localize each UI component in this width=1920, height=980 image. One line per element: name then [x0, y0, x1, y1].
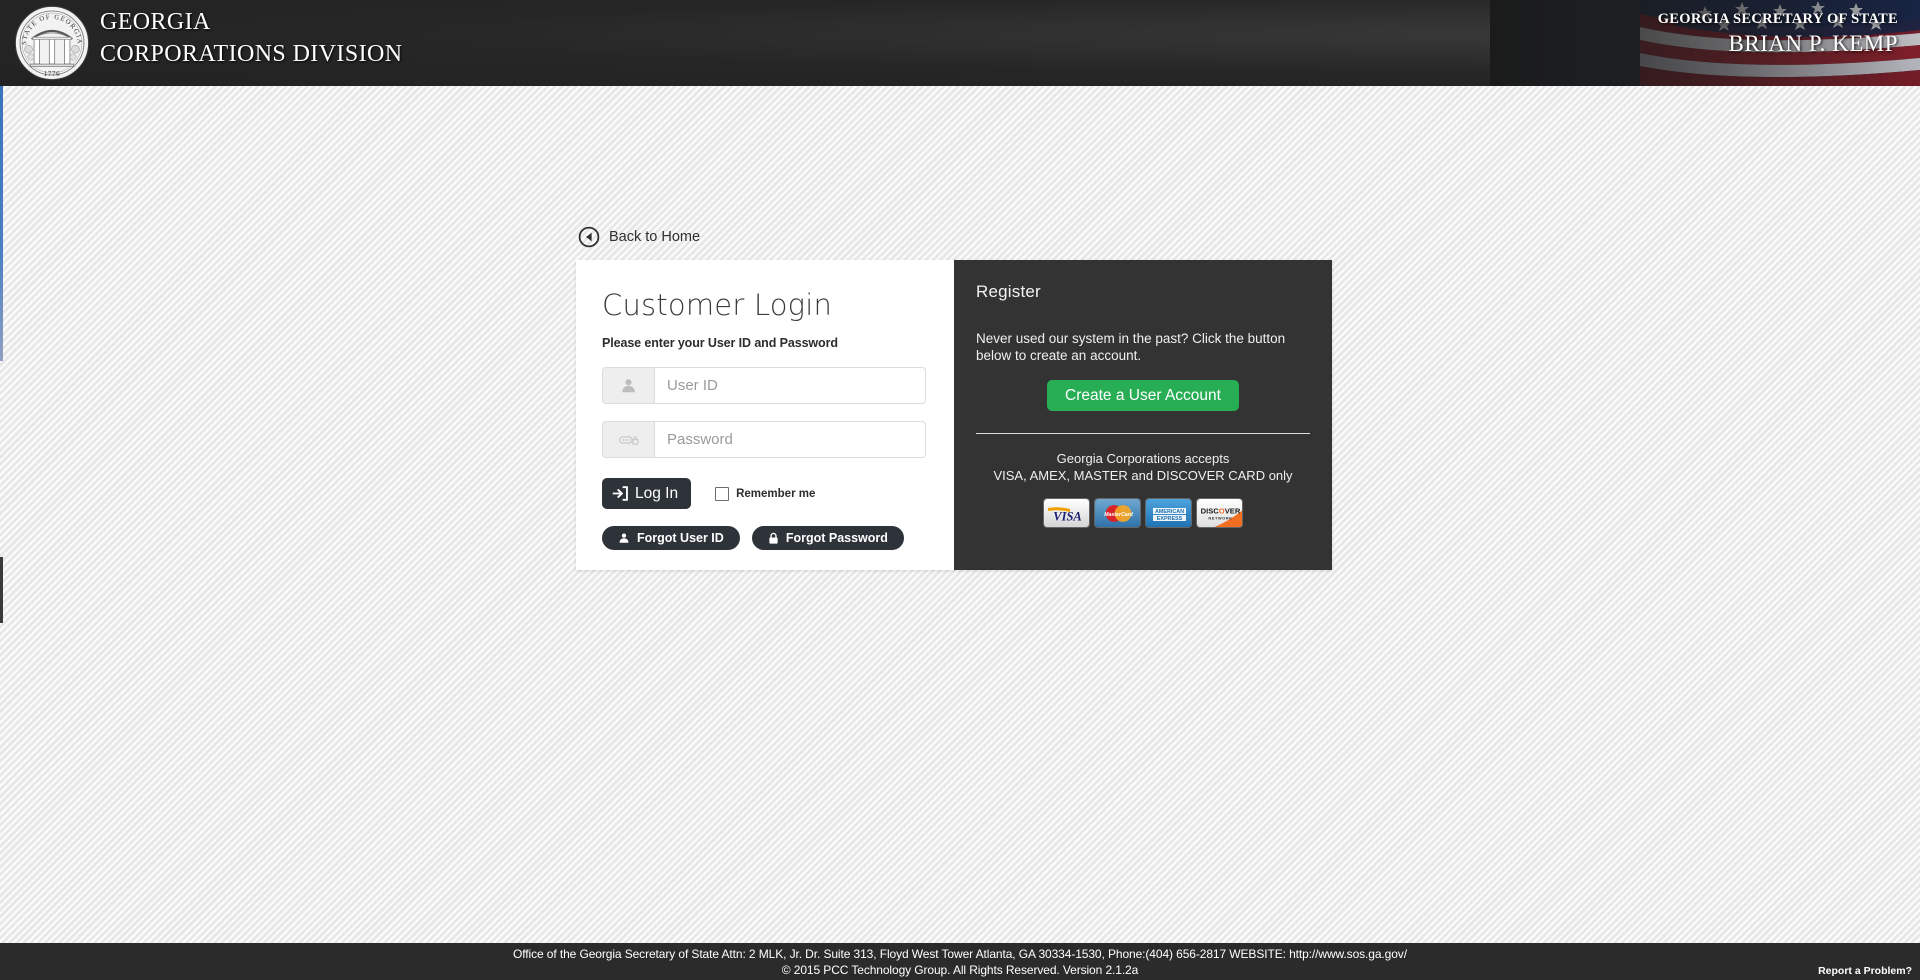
svg-text:DISCOVER: DISCOVER: [1201, 507, 1241, 516]
page-title: Customer Login: [602, 288, 833, 322]
svg-text:EXPRESS: EXPRESS: [1157, 516, 1183, 522]
left-accent-mark: [0, 557, 3, 623]
site-header: STATE OF GEORGIA 1776 GEORGIA CORPORATIO…: [0, 0, 1920, 86]
left-accent-bar: [0, 86, 3, 361]
accepted-cards-line2: VISA, AMEX, MASTER and DISCOVER CARD onl…: [993, 468, 1293, 483]
site-footer: Office of the Georgia Secretary of State…: [0, 943, 1920, 980]
footer-copyright: © 2015 PCC Technology Group. All Rights …: [781, 963, 1139, 977]
forgot-password-button[interactable]: Forgot Password: [751, 526, 904, 550]
svg-text:MasterCard: MasterCard: [1104, 512, 1133, 518]
back-to-home-link[interactable]: Back to Home: [578, 226, 700, 248]
register-panel: Register Never used our system in the pa…: [954, 260, 1332, 570]
register-divider: [976, 433, 1310, 434]
accepted-cards-line1: Georgia Corporations accepts: [1056, 451, 1230, 466]
key-lock-icon: [618, 435, 638, 445]
header-title-line2: CORPORATIONS DIVISION: [100, 41, 403, 67]
forgot-user-id-label: Forgot User ID: [637, 531, 724, 545]
header-title-line1: GEORGIA: [100, 9, 211, 35]
header-title-block: GEORGIA CORPORATIONS DIVISION: [100, 6, 402, 70]
report-a-problem-link[interactable]: Report a Problem?: [1818, 965, 1912, 977]
svg-text:AMERICAN: AMERICAN: [1155, 509, 1184, 515]
user-icon: [619, 533, 629, 543]
login-action-row: Log In Remember me: [602, 478, 928, 509]
create-user-account-button[interactable]: Create a User Account: [1047, 380, 1239, 411]
password-input[interactable]: [654, 421, 926, 458]
visa-card-logo: VISA: [1043, 498, 1090, 528]
password-addon: [602, 421, 654, 458]
password-group: [602, 421, 926, 458]
user-icon: [622, 379, 635, 393]
mastercard-card-logo: MasterCard: [1094, 498, 1141, 528]
sos-label: GEORGIA SECRETARY OF STATE: [1657, 11, 1898, 27]
forgot-user-id-button[interactable]: Forgot User ID: [602, 526, 740, 550]
user-id-group: [602, 367, 926, 404]
svg-text:NETWORK: NETWORK: [1208, 516, 1232, 521]
back-to-home-label: Back to Home: [609, 229, 701, 245]
secretary-of-state-block: GEORGIA SECRETARY OF STATE BRIAN P. KEMP: [1658, 9, 1898, 59]
login-button[interactable]: Log In: [602, 478, 692, 509]
register-description: Never used our system in the past? Click…: [976, 331, 1286, 363]
remember-me-control[interactable]: Remember me: [715, 486, 816, 501]
accepted-card-logos: VISA MasterCard AMERICAN EXPRESS DISCOVE…: [976, 498, 1310, 528]
forgot-links-row: Forgot User ID Forgot Password: [602, 526, 928, 550]
register-title: Register: [976, 282, 1041, 301]
auth-panels: Customer Login Please enter your User ID…: [576, 260, 1332, 570]
main-content: Back to Home Customer Login Please enter…: [0, 86, 1920, 943]
user-id-input[interactable]: [654, 367, 926, 404]
remember-me-checkbox[interactable]: [715, 486, 730, 501]
remember-me-label: Remember me: [736, 487, 816, 500]
footer-address: Office of the Georgia Secretary of State…: [513, 947, 1407, 961]
forgot-password-label: Forgot Password: [785, 531, 888, 545]
sos-name: BRIAN P. KEMP: [1728, 31, 1898, 56]
customer-login-card: Customer Login Please enter your User ID…: [576, 260, 954, 570]
user-id-addon: [602, 367, 654, 404]
amex-card-logo: AMERICAN EXPRESS: [1145, 498, 1192, 528]
svg-text:1776: 1776: [44, 70, 61, 78]
login-subtitle: Please enter your User ID and Password: [602, 336, 838, 350]
accepted-cards-text: Georgia Corporations accepts VISA, AMEX,…: [976, 450, 1310, 484]
arrow-circle-left-icon: [578, 226, 600, 248]
discover-card-logo: DISCOVER NETWORK: [1196, 498, 1243, 528]
svg-text:VISA: VISA: [1053, 510, 1082, 524]
sign-in-icon: [612, 486, 628, 501]
georgia-state-seal: STATE OF GEORGIA 1776: [14, 5, 90, 81]
login-button-label: Log In: [635, 484, 679, 502]
lock-icon: [769, 532, 778, 544]
